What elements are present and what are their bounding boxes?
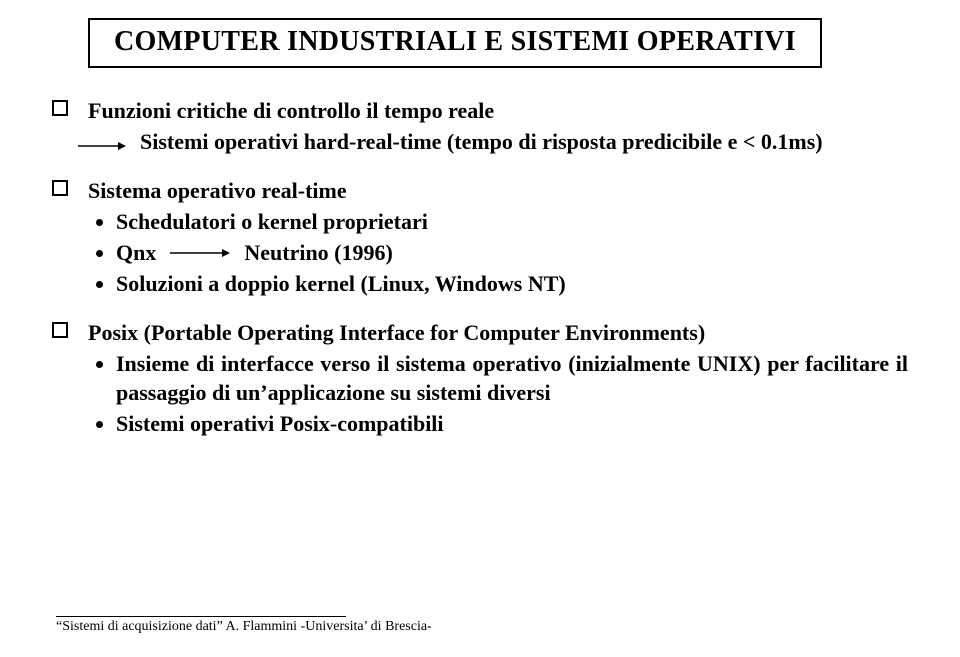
arrow-icon bbox=[78, 140, 126, 152]
bullet-2-head: Sistema operativo real-time bbox=[88, 176, 908, 205]
footer: “Sistemi di acquisizione dati” A. Flammi… bbox=[56, 616, 432, 635]
qnx-target: Neutrino (1996) bbox=[244, 238, 392, 267]
footer-rule bbox=[56, 616, 346, 617]
bullet-1-head: Funzioni critiche di controllo il tempo … bbox=[88, 96, 908, 125]
list-item: Qnx Neutrino (1996) bbox=[116, 238, 908, 267]
page-title-box: COMPUTER INDUSTRIALI E SISTEMI OPERATIVI bbox=[88, 18, 822, 68]
list-item: Sistemi operativi Posix-compatibili bbox=[116, 409, 908, 438]
checkbox-icon bbox=[52, 100, 68, 116]
list-item: Schedulatori o kernel proprietari bbox=[116, 207, 908, 236]
qnx-label: Qnx bbox=[116, 238, 156, 267]
list-item: Soluzioni a doppio kernel (Linux, Window… bbox=[116, 269, 908, 298]
bullet-2-sublist: Schedulatori o kernel proprietari Qnx Ne… bbox=[88, 207, 908, 298]
bullet-3-sublist: Insieme di interfacce verso il sistema o… bbox=[88, 349, 908, 438]
list-item: Insieme di interfacce verso il sistema o… bbox=[116, 349, 908, 407]
bullet-item-1: Funzioni critiche di controllo il tempo … bbox=[88, 96, 908, 156]
checkbox-icon bbox=[52, 180, 68, 196]
arrow-icon bbox=[170, 247, 230, 259]
bullet-3-head: Posix (Portable Operating Interface for … bbox=[88, 318, 908, 347]
content-area: Funzioni critiche di controllo il tempo … bbox=[88, 96, 908, 438]
footer-text: “Sistemi di acquisizione dati” A. Flammi… bbox=[56, 619, 432, 635]
checkbox-icon bbox=[52, 322, 68, 338]
bullet-1-implies-text: Sistemi operativi hard-real-time (tempo … bbox=[88, 127, 823, 156]
bullet-item-3: Posix (Portable Operating Interface for … bbox=[88, 318, 908, 438]
page-title: COMPUTER INDUSTRIALI E SISTEMI OPERATIVI bbox=[114, 26, 796, 58]
bullet-item-2: Sistema operativo real-time Schedulatori… bbox=[88, 176, 908, 298]
bullet-1-implies: Sistemi operativi hard-real-time (tempo … bbox=[88, 127, 908, 156]
